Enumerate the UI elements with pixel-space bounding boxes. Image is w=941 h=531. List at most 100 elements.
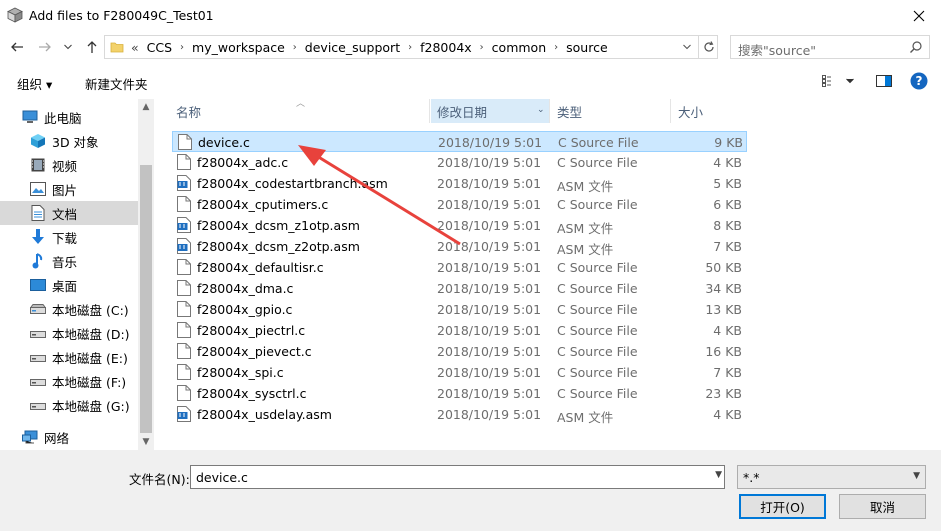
file-row[interactable]: f28004x_adc.c 2018/10/19 5:01 C Source Fil… (172, 152, 747, 173)
breadcrumb-item[interactable]: source (566, 40, 608, 55)
column-header-label: 类型 (557, 104, 583, 120)
nav-item-drive-c[interactable]: 本地磁盘 (C:) (0, 297, 138, 321)
file-row[interactable]: f28004x_cputimers.c 2018/10/19 5:01 C Sour… (172, 194, 747, 215)
drive-icon (30, 301, 46, 317)
file-row[interactable]: f28004x_piectrl.c 2018/10/19 5:01 C Source… (172, 320, 747, 341)
chevron-right-icon[interactable]: › (293, 42, 297, 53)
nav-item-desktop[interactable]: 桌面 (0, 273, 138, 297)
up-arrow-icon (87, 41, 97, 53)
file-size: 4 KB (713, 407, 742, 422)
file-row[interactable]: f28004x_usdelay.asm 2018/10/19 5:01 ASM 文件… (172, 404, 747, 425)
file-row[interactable]: f28004x_pievect.c 2018/10/19 5:01 C Source… (172, 341, 747, 362)
file-type: ASM 文件 (557, 242, 614, 257)
nav-item-3d-objects[interactable]: 3D 对象 (0, 129, 138, 153)
file-row[interactable]: f28004x_sysctrl.c 2018/10/19 5:01 C Source… (172, 383, 747, 404)
file-type-filter[interactable]: *.* ▼ (737, 465, 926, 489)
address-dropdown-button[interactable] (677, 36, 697, 58)
nav-item-label: 网络 (44, 430, 70, 446)
column-divider[interactable] (549, 99, 550, 123)
file-size: 4 KB (713, 323, 742, 338)
pictures-icon (30, 181, 46, 197)
scroll-up-button[interactable]: ▲ (138, 99, 154, 115)
filename-value[interactable]: device.c (196, 470, 248, 485)
nav-item-drive-g[interactable]: 本地磁盘 (G:) (0, 393, 138, 417)
nav-item-documents[interactable]: 文档 (0, 201, 138, 225)
chevron-down-icon[interactable]: ⌄ (537, 105, 545, 115)
back-button[interactable] (8, 38, 26, 56)
preview-pane-button[interactable] (874, 71, 894, 91)
file-name: f28004x_pievect.c (197, 344, 312, 359)
file-name: f28004x_gpio.c (197, 302, 293, 317)
file-size: 16 KB (705, 344, 742, 359)
chevron-right-icon[interactable]: › (480, 42, 484, 53)
svg-text:?: ? (916, 74, 923, 88)
help-button[interactable]: ? (909, 71, 929, 91)
cancel-button[interactable]: 取消 (839, 494, 926, 519)
open-button[interactable]: 打开(O) (739, 494, 826, 519)
scrollbar-thumb[interactable] (140, 165, 152, 433)
refresh-button[interactable] (698, 36, 718, 58)
folder-icon (110, 42, 124, 53)
file-row[interactable]: f28004x_codestartbranch.asm 2018/10/19 5:… (172, 173, 747, 194)
app-cube-icon (7, 7, 23, 23)
nav-item-drive-e[interactable]: 本地磁盘 (E:) (0, 345, 138, 369)
organize-button[interactable]: 组织 ▾ (17, 74, 52, 93)
chevron-down-icon: ▼ (913, 471, 920, 481)
address-bar[interactable]: « CCS › my_workspace › device_support › … (104, 35, 718, 59)
file-row[interactable]: device.c 2018/10/19 5:01 C Source File 9 KB (172, 131, 747, 152)
scroll-down-button[interactable]: ▼ (138, 434, 154, 450)
file-date: 2018/10/19 5:01 (437, 365, 542, 380)
breadcrumb-item[interactable]: device_support (305, 40, 400, 55)
chevron-right-icon[interactable]: › (554, 42, 558, 53)
nav-item-pictures[interactable]: 图片 (0, 177, 138, 201)
forward-button[interactable] (36, 38, 54, 56)
nav-item-drive-f[interactable]: 本地磁盘 (F:) (0, 369, 138, 393)
change-view-button[interactable] (820, 71, 856, 91)
nav-item-label: 3D 对象 (52, 134, 99, 150)
file-date: 2018/10/19 5:01 (437, 386, 542, 401)
nav-item-music[interactable]: 音乐 (0, 249, 138, 273)
breadcrumb-overflow[interactable]: « (131, 40, 139, 55)
search-box[interactable]: 搜索"source" (730, 35, 930, 59)
nav-item-downloads[interactable]: 下载 (0, 225, 138, 249)
recent-locations-button[interactable] (62, 38, 74, 56)
file-row[interactable]: f28004x_spi.c 2018/10/19 5:01 C Source Fil… (172, 362, 747, 383)
forward-arrow-icon (39, 42, 51, 52)
asm-file-icon (177, 406, 191, 422)
column-header-size[interactable]: 大小 (672, 99, 792, 123)
breadcrumb-item[interactable]: common (492, 40, 546, 55)
nav-item-network[interactable]: 网络 (0, 425, 138, 449)
column-divider[interactable] (429, 99, 430, 123)
file-type: C Source File (557, 302, 638, 317)
nav-item-video[interactable]: 视频 (0, 153, 138, 177)
file-row[interactable]: f28004x_dcsm_z2otp.asm 2018/10/19 5:01 ASM… (172, 236, 747, 257)
file-size: 8 KB (713, 218, 742, 233)
breadcrumb-item[interactable]: CCS (147, 40, 172, 55)
breadcrumb-item[interactable]: f28004x (420, 40, 472, 55)
chevron-right-icon[interactable]: › (408, 42, 412, 53)
file-row[interactable]: f28004x_dma.c 2018/10/19 5:01 C Source Fil… (172, 278, 747, 299)
file-date: 2018/10/19 5:01 (437, 302, 542, 317)
chevron-right-icon[interactable]: › (180, 42, 184, 53)
file-name: f28004x_defaultisr.c (197, 260, 324, 275)
file-date: 2018/10/19 5:01 (438, 135, 543, 150)
file-row[interactable]: f28004x_dcsm_z1otp.asm 2018/10/19 5:01 ASM… (172, 215, 747, 236)
column-header-date[interactable]: 修改日期 ⌄ (431, 99, 550, 123)
drive-icon (30, 397, 46, 413)
column-header-name[interactable]: ︿ 名称 (154, 99, 430, 123)
filename-input[interactable]: device.c ▼ (190, 465, 725, 489)
file-date: 2018/10/19 5:01 (437, 344, 542, 359)
nav-pane-scrollbar[interactable]: ▲ ▼ (138, 99, 154, 450)
close-button[interactable] (896, 0, 941, 31)
file-row[interactable]: f28004x_gpio.c 2018/10/19 5:01 C Source Fi… (172, 299, 747, 320)
chevron-down-icon[interactable]: ▼ (715, 470, 722, 480)
up-button[interactable] (83, 38, 101, 56)
nav-item-drive-d[interactable]: 本地磁盘 (D:) (0, 321, 138, 345)
file-row[interactable]: f28004x_defaultisr.c 2018/10/19 5:01 C Sou… (172, 257, 747, 278)
column-divider[interactable] (670, 99, 671, 123)
nav-item-this-pc[interactable]: 此电脑 (0, 105, 138, 129)
file-type: C Source File (557, 197, 638, 212)
column-header-type[interactable]: 类型 (551, 99, 671, 123)
breadcrumb-item[interactable]: my_workspace (192, 40, 285, 55)
new-folder-button[interactable]: 新建文件夹 (85, 74, 148, 93)
